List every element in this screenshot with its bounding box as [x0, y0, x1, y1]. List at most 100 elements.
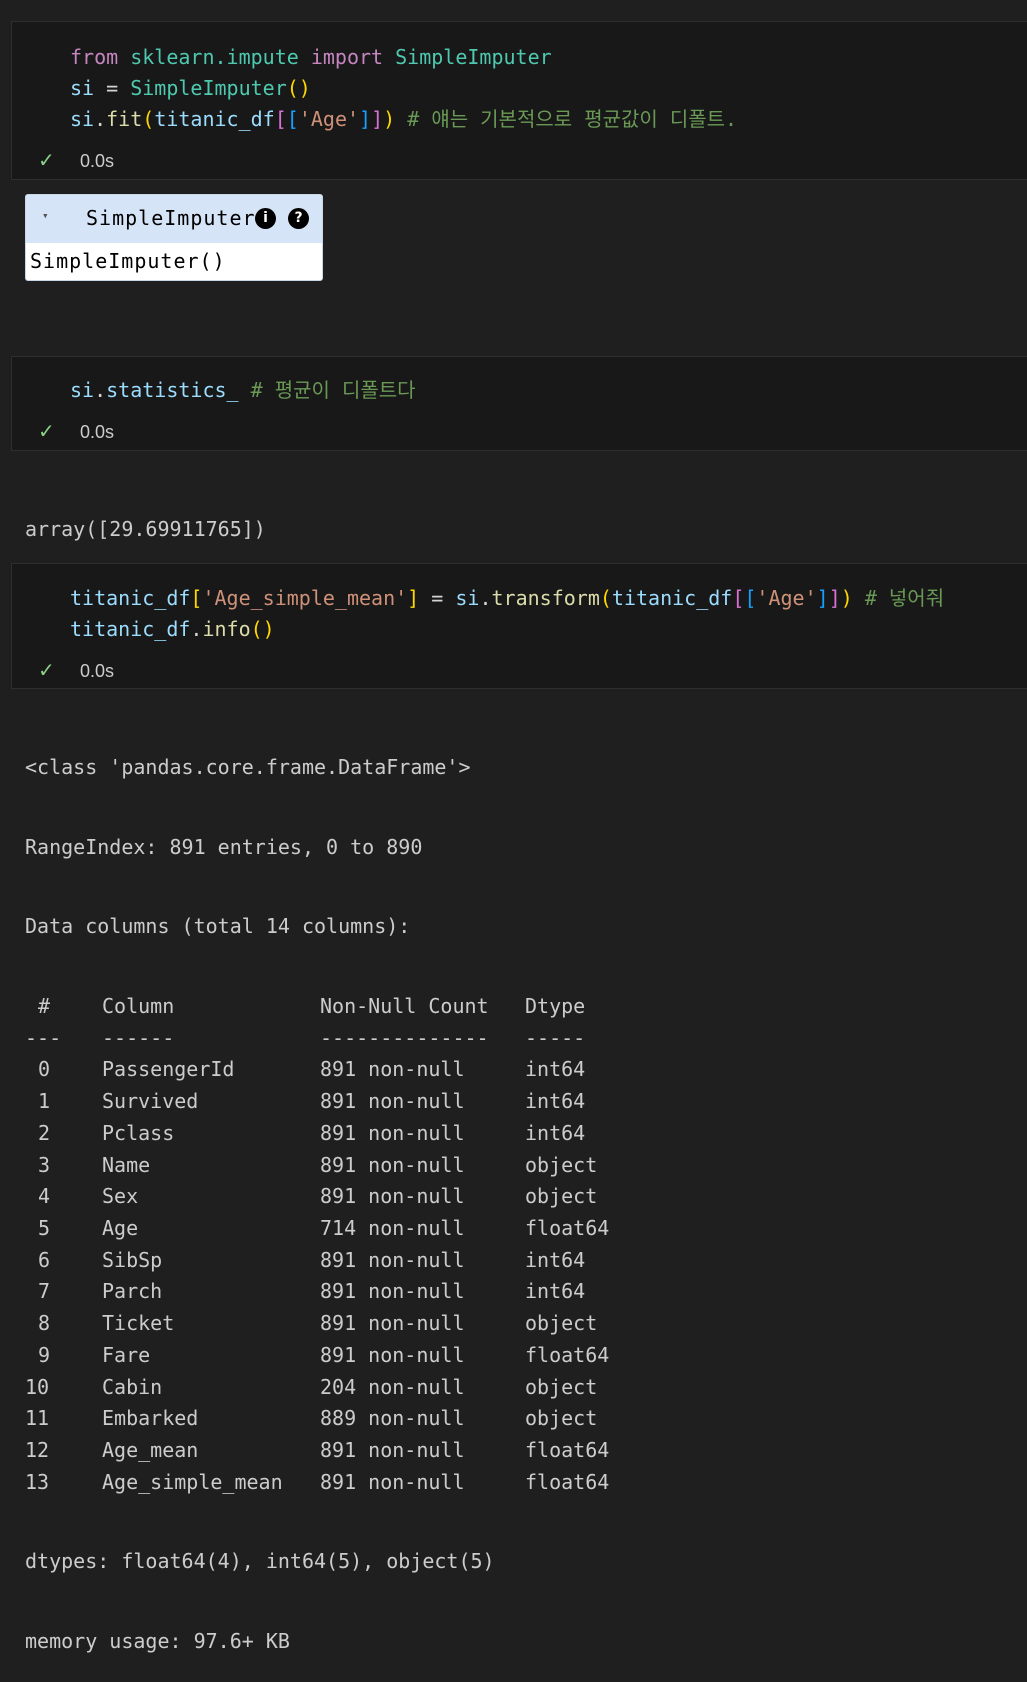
cell-status: ✓ 0.0s — [38, 659, 114, 683]
code-token: [ — [286, 107, 299, 131]
code-token: info — [202, 617, 251, 641]
row-dtype: object — [525, 1152, 598, 1177]
code-editor[interactable]: si.statistics_ # 평균이 디폴트다 — [70, 375, 1027, 406]
row-count: 891 non-null — [320, 1279, 465, 1304]
code-token: si — [70, 76, 95, 100]
row-dtype: object — [525, 1406, 598, 1431]
code-token: ] — [371, 107, 384, 131]
code-editor[interactable]: titanic_df['Age_simple_mean'] = si.trans… — [70, 583, 1027, 645]
code-cell-1[interactable]: from sklearn.impute import SimpleImputer… — [11, 21, 1027, 180]
code-token: ] — [816, 586, 829, 610]
code-editor[interactable]: from sklearn.impute import SimpleImputer… — [70, 42, 1027, 135]
code-token: titanic_df — [70, 617, 191, 641]
row-index: 6 — [38, 1247, 51, 1272]
code-token: sklearn.impute — [130, 45, 299, 69]
code-line: titanic_df['Age_simple_mean'] = si.trans… — [70, 583, 1027, 614]
code-token: [ — [190, 586, 203, 610]
header-column: Column — [102, 994, 175, 1019]
collapse-arrow-icon[interactable]: ▾ — [42, 209, 49, 222]
separator-cell: ------ — [102, 1025, 175, 1050]
header-index: # — [38, 994, 51, 1019]
table-row: 4 Sex 891 non-null object — [25, 1181, 609, 1213]
table-row: 0 PassengerId 891 non-null int64 — [25, 1054, 609, 1086]
cell-status: ✓ 0.0s — [38, 420, 114, 444]
row-column: Ticket — [102, 1311, 175, 1336]
code-token: transform — [491, 586, 600, 610]
cell-status: ✓ 0.0s — [38, 149, 114, 173]
table-row: 9 Fare 891 non-null float64 — [25, 1340, 609, 1372]
code-token: . — [94, 378, 107, 402]
code-token: statistics_ — [106, 378, 239, 402]
info-separator-row: --- ------ -------------- ----- — [25, 1023, 609, 1055]
row-dtype: int64 — [525, 1279, 586, 1304]
row-index: 8 — [38, 1311, 51, 1336]
row-index: 13 — [25, 1469, 50, 1494]
row-count: 891 non-null — [320, 1469, 465, 1494]
code-token: ] — [407, 586, 420, 610]
row-dtype: int64 — [525, 1120, 586, 1145]
row-dtype: int64 — [525, 1057, 586, 1082]
code-line: from sklearn.impute import SimpleImputer — [70, 42, 1027, 73]
code-token: titanic_df — [70, 586, 191, 610]
execution-time: 0.0s — [80, 151, 115, 171]
code-cell-3[interactable]: titanic_df['Age_simple_mean'] = si.trans… — [11, 563, 1027, 689]
code-token: si — [70, 107, 95, 131]
row-count: 891 non-null — [320, 1057, 465, 1082]
check-icon: ✓ — [38, 421, 55, 443]
row-dtype: float64 — [525, 1215, 610, 1240]
table-row: 5 Age 714 non-null float64 — [25, 1213, 609, 1245]
code-comment: # 얘는 기본적으로 평균값이 디폴트. — [407, 107, 738, 131]
table-row: 7 Parch 891 non-null int64 — [25, 1276, 609, 1308]
help-icon[interactable]: ? — [288, 208, 309, 229]
row-dtype: object — [525, 1311, 598, 1336]
row-index: 9 — [38, 1342, 51, 1367]
code-line: titanic_df.info() — [70, 614, 1027, 645]
code-token: SimpleImputer — [130, 76, 287, 100]
code-token: . — [479, 586, 492, 610]
code-token: ) — [383, 107, 396, 131]
code-cell-2[interactable]: si.statistics_ # 평균이 디폴트다 ✓ 0.0s — [11, 356, 1027, 451]
header-dtype: Dtype — [525, 994, 586, 1019]
table-row: 2 Pclass 891 non-null int64 — [25, 1118, 609, 1150]
row-column: Age_mean — [102, 1437, 199, 1462]
row-count: 891 non-null — [320, 1184, 465, 1209]
separator-cell: ----- — [525, 1025, 586, 1050]
code-token: = — [419, 586, 456, 610]
row-column: SibSp — [102, 1247, 163, 1272]
code-token: = — [94, 76, 131, 100]
output-text: RangeIndex: 891 entries, 0 to 890 — [25, 834, 423, 859]
row-column: Parch — [102, 1279, 163, 1304]
estimator-header[interactable]: ▾ SimpleImputer i ? — [26, 195, 322, 243]
estimator-name[interactable]: SimpleImputer — [86, 206, 256, 230]
code-line: si.statistics_ # 평균이 디폴트다 — [70, 375, 1027, 406]
code-token: ] — [828, 586, 841, 610]
table-row: 11 Embarked 889 non-null object — [25, 1403, 609, 1435]
row-column: Sex — [102, 1184, 139, 1209]
row-count: 204 non-null — [320, 1374, 465, 1399]
row-dtype: int64 — [525, 1247, 586, 1272]
check-icon: ✓ — [38, 660, 55, 682]
row-column: Cabin — [102, 1374, 163, 1399]
row-count: 891 non-null — [320, 1089, 465, 1114]
code-token: . — [190, 617, 203, 641]
code-token: SimpleImputer — [395, 45, 552, 69]
code-line: si = SimpleImputer() — [70, 73, 1027, 104]
code-token: fit — [106, 107, 143, 131]
code-token: 'Age' — [298, 107, 360, 131]
code-comment: # 넣어줘 — [864, 586, 945, 610]
row-index: 3 — [38, 1152, 51, 1177]
code-token: ] — [359, 107, 372, 131]
code-token: si — [455, 586, 480, 610]
row-column: PassengerId — [102, 1057, 235, 1082]
row-count: 891 non-null — [320, 1437, 465, 1462]
code-line: si.fit(titanic_df[['Age']]) # 얘는 기본적으로 평… — [70, 104, 1027, 135]
table-row: 1 Survived 891 non-null int64 — [25, 1086, 609, 1118]
code-token: . — [94, 107, 107, 131]
row-dtype: float64 — [525, 1437, 610, 1462]
row-count: 891 non-null — [320, 1342, 465, 1367]
table-row: 12 Age_mean 891 non-null float64 — [25, 1435, 609, 1467]
row-count: 891 non-null — [320, 1247, 465, 1272]
info-table-body: # Column Non-Null Count Dtype --- ------… — [25, 991, 609, 1498]
row-index: 4 — [38, 1184, 51, 1209]
info-icon[interactable]: i — [255, 208, 276, 229]
